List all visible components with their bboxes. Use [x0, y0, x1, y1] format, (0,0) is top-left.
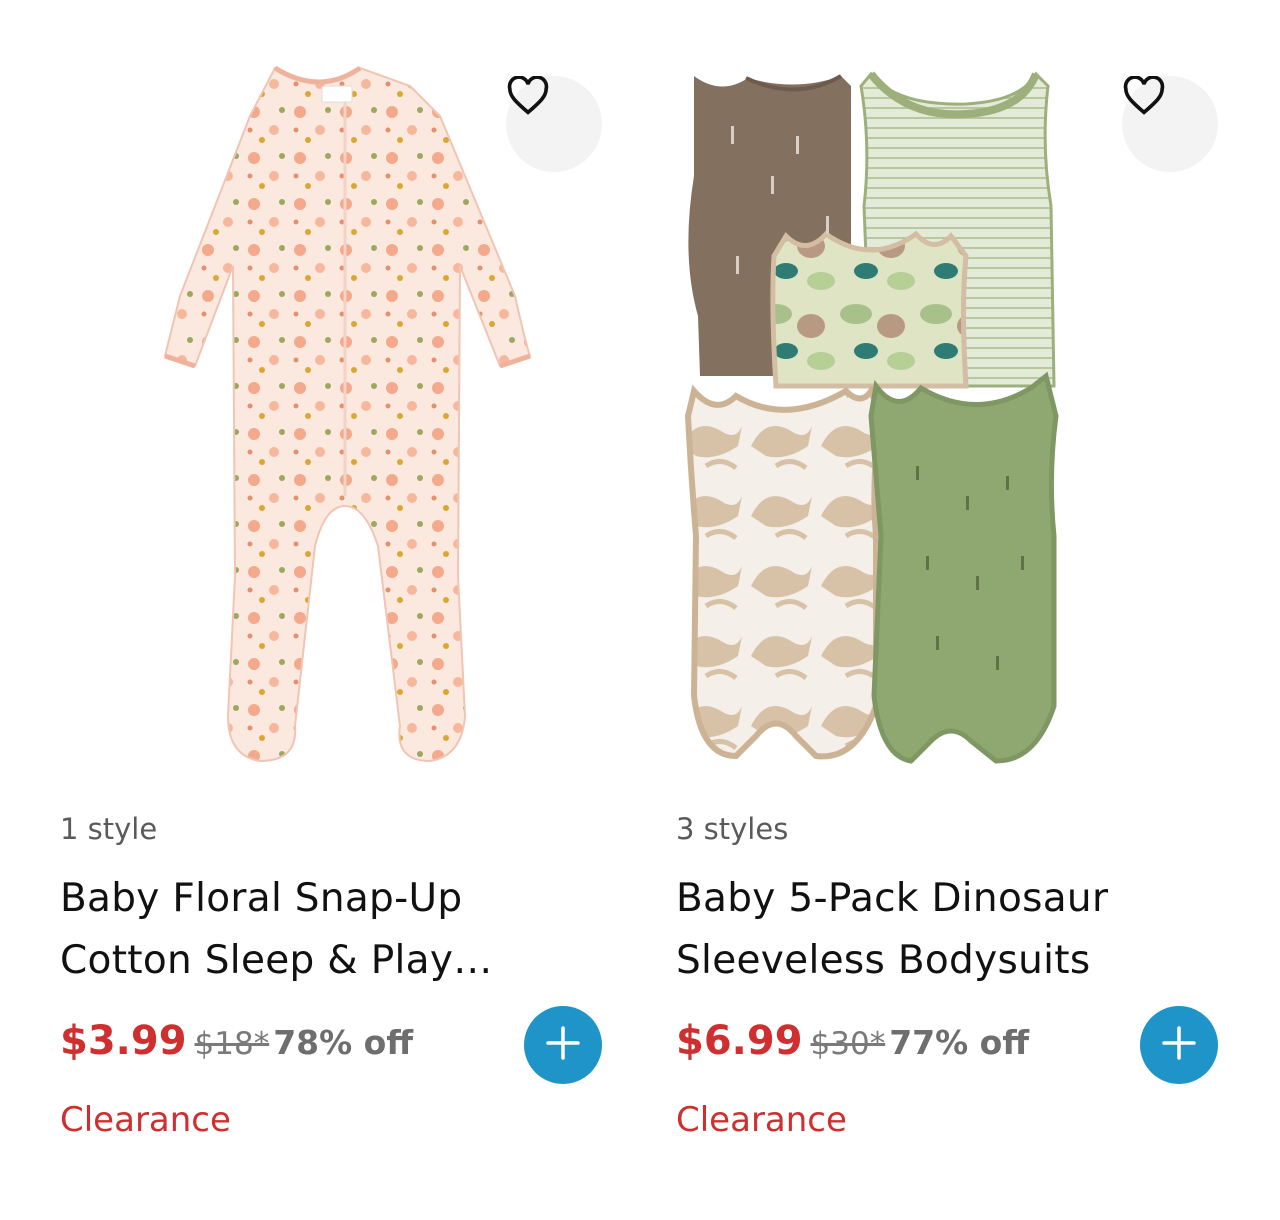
product-image[interactable] [60, 56, 620, 776]
product-image[interactable] [676, 56, 1236, 776]
product-title-line: Baby Floral Snap-Up [60, 876, 463, 921]
original-price: $18* [194, 1026, 270, 1062]
product-card[interactable]: 1 style Baby Floral Snap-Up Cotton Sleep… [60, 0, 620, 1220]
product-card[interactable]: 3 styles Baby 5-Pack Dinosaur Sleeveless… [676, 0, 1236, 1220]
plus-icon [1161, 1025, 1197, 1065]
plus-icon [545, 1025, 581, 1065]
favorite-button[interactable] [1122, 76, 1218, 172]
discount-label: 77% off [889, 1023, 1030, 1062]
sale-price: $3.99 [60, 1018, 187, 1064]
product-title-line: Cotton Sleep & Play… [60, 938, 493, 983]
product-title[interactable]: Baby Floral Snap-Up Cotton Sleep & Play… [60, 868, 530, 992]
clearance-badge: Clearance [60, 1100, 231, 1140]
sale-price: $6.99 [676, 1018, 803, 1064]
style-count: 1 style [60, 812, 158, 846]
discount-label: 78% off [273, 1023, 414, 1062]
style-count: 3 styles [676, 812, 789, 846]
product-title[interactable]: Baby 5-Pack Dinosaur Sleeveless Bodysuit… [676, 868, 1146, 992]
clearance-badge: Clearance [676, 1100, 847, 1140]
original-price: $30* [810, 1026, 886, 1062]
price-row: $6.99 $30* 77% off [676, 1018, 1029, 1064]
price-row: $3.99 $18* 78% off [60, 1018, 413, 1064]
favorite-button[interactable] [506, 76, 602, 172]
product-title-line: Baby 5-Pack Dinosaur [676, 876, 1109, 921]
add-to-bag-button[interactable] [1140, 1006, 1218, 1084]
product-title-line: Sleeveless Bodysuits [676, 938, 1091, 983]
add-to-bag-button[interactable] [524, 1006, 602, 1084]
